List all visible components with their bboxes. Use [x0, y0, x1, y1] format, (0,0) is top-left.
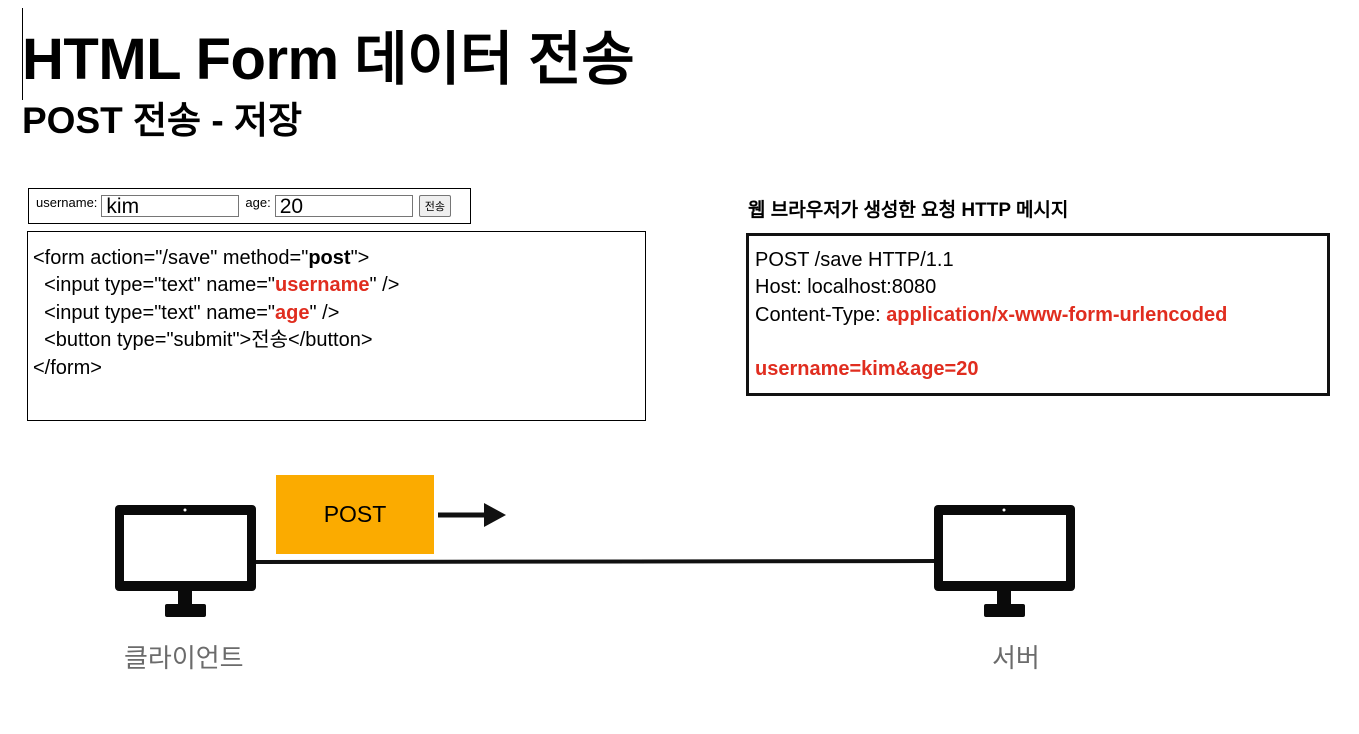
- server-monitor-icon: [934, 505, 1075, 617]
- server-label: 서버: [992, 643, 1040, 673]
- connection-line: [255, 559, 937, 564]
- network-diagram: [115, 503, 1075, 617]
- post-method-box: POST: [276, 475, 434, 554]
- client-monitor-icon: [115, 505, 256, 617]
- arrow-right-icon: [438, 503, 506, 527]
- post-method-label: POST: [323, 501, 387, 527]
- client-label: 클라이언트: [124, 643, 244, 673]
